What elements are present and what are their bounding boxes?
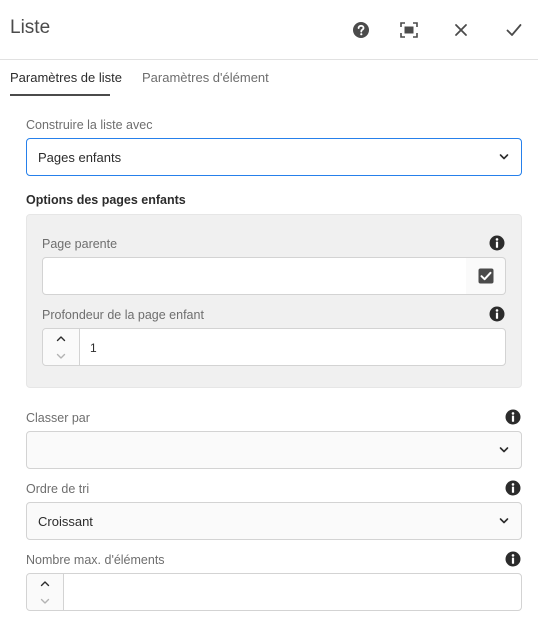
chevron-down-icon: [499, 447, 509, 453]
help-icon: [353, 22, 369, 38]
parent-page-picker-button[interactable]: [466, 257, 506, 295]
depth-label: Profondeur de la page enfant: [42, 308, 204, 322]
done-button[interactable]: [498, 14, 530, 46]
build-list-label: Construire la liste avec: [26, 118, 153, 132]
decrement-button[interactable]: [43, 347, 79, 365]
depth-numberfield[interactable]: 1: [42, 328, 506, 366]
close-icon: [455, 24, 467, 36]
done-icon: [506, 24, 522, 36]
order-by-select[interactable]: [26, 431, 522, 469]
depth-stepper: [43, 329, 80, 365]
help-button[interactable]: [345, 14, 377, 46]
fullscreen-icon: [400, 22, 418, 38]
child-pages-panel: Page parente Profondeur de la page enfan…: [26, 214, 522, 388]
increment-button[interactable]: [43, 329, 79, 347]
parent-page-label: Page parente: [42, 237, 118, 251]
tab-list-settings[interactable]: Paramètres de liste: [10, 70, 122, 96]
chevron-up-icon: [40, 580, 50, 586]
chevron-up-icon: [56, 335, 66, 341]
info-icon[interactable]: [489, 306, 505, 322]
chevron-down-icon: [499, 154, 509, 160]
sort-order-select[interactable]: Croissant: [26, 502, 522, 540]
order-by-label: Classer par: [26, 411, 90, 425]
parent-page-input[interactable]: [42, 257, 467, 295]
info-icon[interactable]: [505, 409, 521, 425]
info-icon[interactable]: [489, 235, 505, 251]
sort-order-value: Croissant: [38, 514, 93, 529]
dialog-header: Liste: [0, 0, 538, 60]
max-items-numberfield[interactable]: [26, 573, 522, 611]
build-list-select[interactable]: Pages enfants: [26, 138, 522, 176]
info-icon[interactable]: [505, 480, 521, 496]
decrement-button[interactable]: [27, 592, 63, 610]
dialog-title: Liste: [10, 17, 51, 38]
chevron-down-icon: [56, 353, 66, 359]
tab-item-settings[interactable]: Paramètres d'élément: [142, 70, 269, 96]
close-button[interactable]: [445, 14, 477, 46]
fullscreen-button[interactable]: [393, 14, 425, 46]
chevron-down-icon: [40, 598, 50, 604]
max-items-label: Nombre max. d'éléments: [26, 553, 165, 567]
info-icon[interactable]: [505, 551, 521, 567]
increment-button[interactable]: [27, 574, 63, 592]
build-list-value: Pages enfants: [38, 150, 122, 165]
checkbox-select-icon: [478, 268, 493, 284]
child-pages-section-title: Options des pages enfants: [26, 193, 186, 207]
list-dialog: Liste Paramètres de liste Paramètres d'é…: [0, 0, 544, 629]
chevron-down-icon: [499, 518, 509, 524]
max-items-stepper: [27, 574, 64, 610]
sort-order-label: Ordre de tri: [26, 482, 90, 496]
depth-value: 1: [90, 341, 97, 355]
active-tab-indicator: [10, 94, 110, 96]
